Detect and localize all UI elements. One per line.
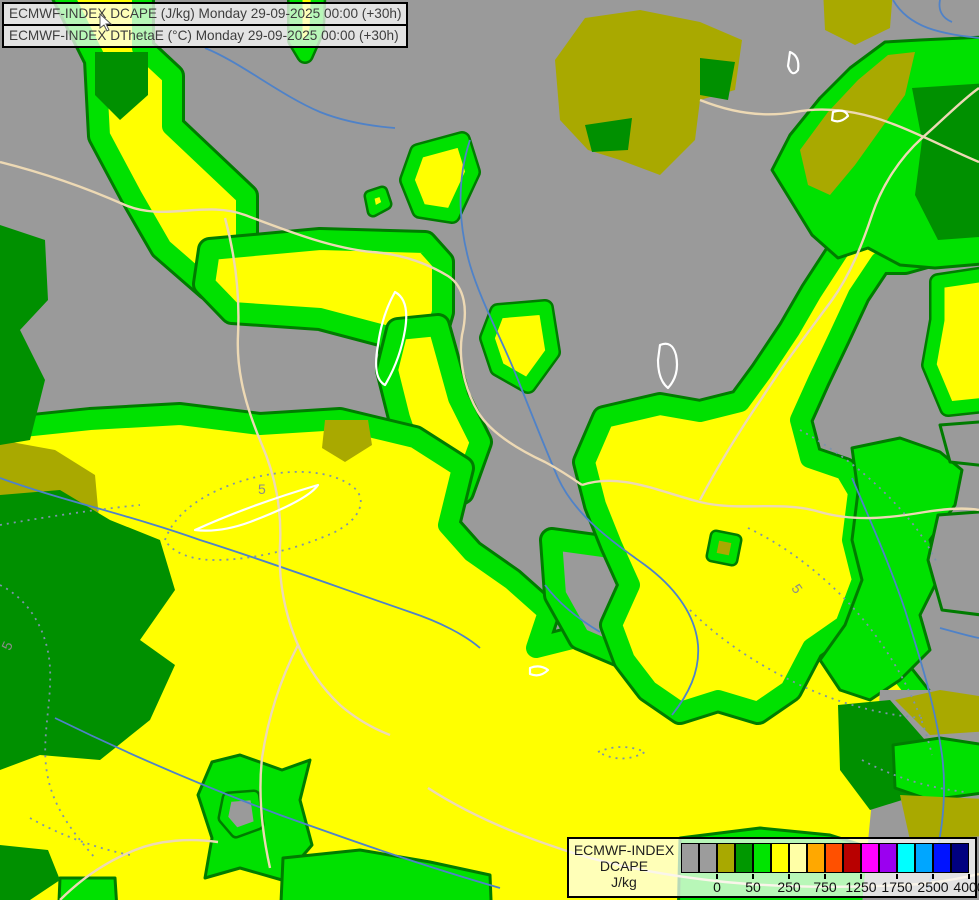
legend-tick-label: 1250	[845, 879, 877, 895]
legend-tick-label: 1750	[881, 879, 913, 895]
mouse-cursor-icon	[99, 13, 113, 32]
title-line-dcape: ECMWF-INDEX DCAPE (J/kg) Monday 29-09-20…	[4, 4, 407, 26]
legend-tick-label: 2500	[917, 879, 949, 895]
legend-color-swatch	[951, 843, 969, 873]
contour-label: 5	[258, 481, 266, 497]
legend-color-swatch	[807, 843, 825, 873]
legend-color-swatch	[681, 843, 699, 873]
legend-color-swatch	[825, 843, 843, 873]
legend-color-swatch	[933, 843, 951, 873]
weather-map: 5 5 5	[0, 0, 979, 900]
gray-spot	[220, 792, 262, 836]
legend-color-bar	[681, 843, 969, 873]
legend-color-swatch	[771, 843, 789, 873]
legend-tick-label: 4000	[953, 879, 979, 895]
legend-color-swatch	[753, 843, 771, 873]
title-box: ECMWF-INDEX DCAPE (J/kg) Monday 29-09-20…	[2, 2, 409, 48]
legend-title-param: DCAPE	[599, 858, 649, 874]
legend-title-model: ECMWF-INDEX	[573, 842, 675, 858]
legend-panel: ECMWF-INDEX DCAPE J/kg 0 50 250 750 1250 1750…	[567, 837, 979, 898]
legend-tick-label: 0	[713, 879, 721, 895]
legend-title-block: ECMWF-INDEX DCAPE J/kg	[569, 839, 679, 896]
legend-tick-label: 250	[777, 879, 801, 895]
legend-color-swatch	[879, 843, 897, 873]
legend-title-unit: J/kg	[611, 874, 637, 890]
title-line-dthetae: ECMWF-INDEX DThetaE (°C) Monday 29-09-20…	[9, 28, 399, 43]
legend-color-swatch	[789, 843, 807, 873]
legend-color-swatch	[843, 843, 861, 873]
legend-color-swatch	[735, 843, 753, 873]
legend-color-swatch	[861, 843, 879, 873]
legend-color-swatch	[699, 843, 717, 873]
legend-tick-label: 750	[813, 879, 837, 895]
legend-color-swatch	[897, 843, 915, 873]
legend-tick-label: 50	[745, 879, 761, 895]
legend-color-swatch	[915, 843, 933, 873]
legend-bar-area: 0 50 250 750 1250175025004000	[679, 839, 979, 896]
legend-color-swatch	[717, 843, 735, 873]
olive-core-diamond	[708, 532, 740, 564]
weather-map-page: { "header": { "line1": "ECMWF-INDEX DCAP…	[0, 0, 979, 900]
